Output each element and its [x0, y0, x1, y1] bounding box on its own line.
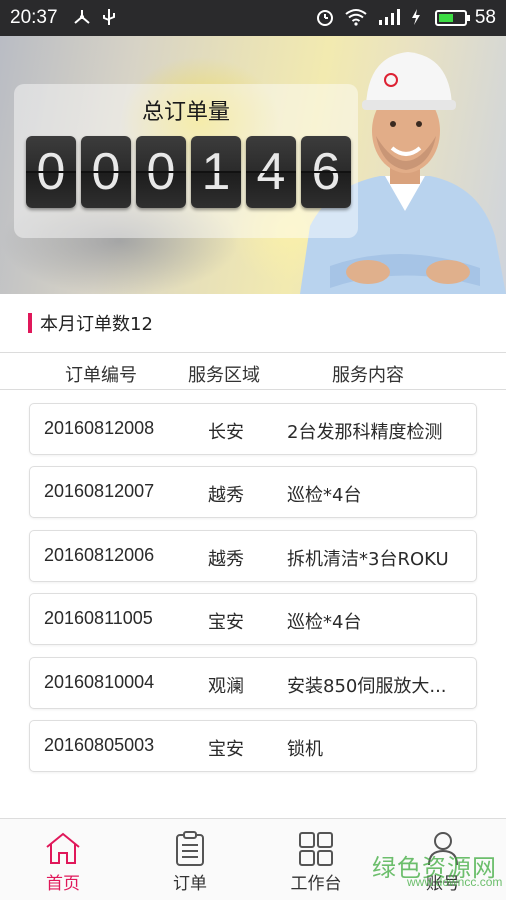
counter-digit: 0	[26, 136, 76, 208]
nav-workbench[interactable]: 工作台	[253, 819, 379, 900]
battery-fill	[438, 14, 453, 22]
usb-icon	[102, 7, 116, 30]
nav-home-label: 首页	[46, 874, 80, 894]
wifi-icon	[345, 8, 367, 29]
order-content: 锁机	[287, 739, 323, 760]
battery-icon	[434, 10, 470, 26]
order-number: 20160812006	[44, 545, 155, 565]
charging-icon	[411, 8, 421, 29]
order-row[interactable]: 20160812008 长安 2台发那科精度检测	[29, 403, 477, 455]
order-row[interactable]: 20160805003 宝安 锁机	[29, 720, 477, 772]
counter-digit: 0	[81, 136, 131, 208]
month-orders-section: 本月订单数12	[0, 294, 506, 352]
order-row[interactable]: 20160812006 越秀 拆机清洁*3台ROKU	[29, 530, 477, 582]
order-counter-digits: 0 0 0 1 4 6	[26, 136, 356, 208]
month-orders-label: 本月订单数12	[40, 314, 153, 335]
status-time: 20:37	[10, 7, 58, 28]
order-content: 巡检*4台	[287, 485, 362, 506]
header-service-area: 服务区域	[188, 365, 260, 386]
order-area: 长安	[208, 422, 244, 443]
header-order-number: 订单编号	[65, 365, 137, 386]
order-number: 20160810004	[44, 672, 155, 692]
order-number: 20160812007	[44, 481, 155, 501]
counter-digit: 6	[301, 136, 351, 208]
nav-orders[interactable]: 订单	[127, 819, 253, 900]
order-area: 宝安	[208, 739, 244, 760]
order-area: 宝安	[208, 612, 244, 633]
signal-3g-icon	[377, 8, 401, 29]
order-row[interactable]: 20160812007 越秀 巡检*4台	[29, 466, 477, 518]
nav-orders-label: 订单	[173, 874, 207, 894]
nav-home[interactable]: 首页	[0, 819, 126, 900]
usb-debug-icon	[72, 8, 92, 29]
home-icon	[46, 832, 80, 864]
nav-workbench-label: 工作台	[290, 874, 342, 894]
section-accent-bar	[28, 313, 32, 333]
battery-level: 58	[474, 7, 496, 28]
alarm-icon	[315, 7, 335, 30]
banner: 总订单量 0 0 0 1 4 6	[0, 36, 506, 294]
grid-icon	[299, 832, 333, 866]
counter-digit: 1	[191, 136, 241, 208]
order-number: 20160805003	[44, 735, 155, 755]
order-row[interactable]: 20160811005 宝安 巡检*4台	[29, 593, 477, 645]
clipboard-icon	[176, 831, 204, 866]
order-number: 20160811005	[44, 608, 153, 628]
header-service-content: 服务内容	[332, 365, 404, 386]
order-content: 巡检*4台	[287, 612, 362, 633]
orders-list[interactable]: 20160812008 长安 2台发那科精度检测 20160812007 越秀 …	[0, 390, 506, 818]
order-area: 越秀	[208, 485, 244, 506]
order-number: 20160812008	[44, 418, 155, 438]
order-counter-panel: 总订单量 0 0 0 1 4 6	[14, 84, 358, 238]
order-area: 观澜	[208, 676, 244, 697]
order-area: 越秀	[208, 549, 244, 570]
counter-digit: 0	[136, 136, 186, 208]
order-row[interactable]: 20160810004 观澜 安装850伺服放大...	[29, 657, 477, 709]
status-bar: 20:37 58	[0, 0, 506, 36]
order-content: 拆机清洁*3台ROKU	[287, 549, 449, 570]
counter-digit: 4	[246, 136, 296, 208]
total-orders-title: 总订单量	[141, 100, 230, 125]
orders-table-header: 订单编号 服务区域 服务内容	[0, 352, 506, 390]
order-content: 2台发那科精度检测	[287, 422, 443, 443]
order-content: 安装850伺服放大...	[287, 676, 447, 697]
watermark-url: www.downcc.com	[407, 875, 503, 889]
